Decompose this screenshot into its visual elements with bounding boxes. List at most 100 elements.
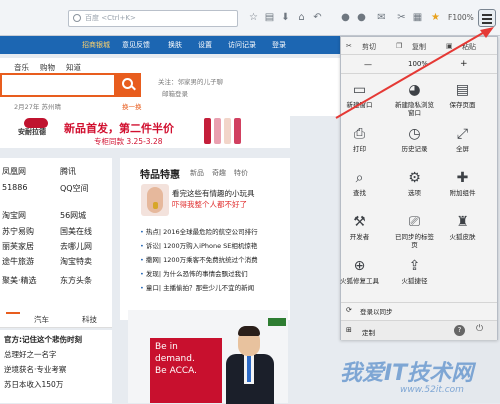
menu-item[interactable]: ⤢ 全屏 bbox=[443, 126, 482, 153]
menu-item[interactable]: ⚙ 选项 bbox=[395, 170, 434, 197]
mail-login[interactable]: 邮箱登录 bbox=[162, 88, 188, 98]
nav-settings[interactable]: 设置 bbox=[198, 40, 212, 50]
download-icon[interactable]: ⬇ bbox=[280, 12, 291, 23]
puzzle-icon: ✚ bbox=[456, 170, 469, 186]
menu-item[interactable]: ⇪ 火狐捷径 bbox=[395, 258, 434, 285]
nav-feedback[interactable]: 意见反馈 bbox=[122, 40, 150, 50]
save-icon: ▤ bbox=[455, 82, 470, 98]
menu-paste[interactable]: 粘贴 bbox=[462, 42, 476, 52]
nav-brand[interactable]: 招商银城 bbox=[82, 40, 110, 50]
cut-icon[interactable]: ✂ bbox=[396, 12, 407, 23]
tab-new[interactable]: 新品 bbox=[190, 168, 204, 178]
gear-icon: ⚙ bbox=[408, 170, 421, 186]
menu-item[interactable]: ⎙ 打印 bbox=[340, 126, 379, 153]
page-search-input[interactable] bbox=[0, 73, 116, 97]
news-item[interactable]: 发现| 为什么恐怖的事情会飘过我们 bbox=[140, 268, 248, 278]
link-zhidao[interactable]: 知道 bbox=[66, 62, 81, 73]
search-icon: ⌕ bbox=[355, 170, 364, 186]
site-link[interactable]: 东方头条 bbox=[60, 275, 92, 286]
link-shopping[interactable]: 购物 bbox=[40, 62, 55, 73]
site-link[interactable]: 苏宁易购 bbox=[2, 226, 34, 237]
menu-item[interactable]: ⌕ 查找 bbox=[340, 170, 379, 197]
sync-tabs-icon: ⎚ bbox=[408, 214, 421, 230]
menu-item[interactable]: ⎚ 已同步的标签页 bbox=[395, 214, 434, 249]
power-icon[interactable]: ⏻ bbox=[476, 324, 483, 334]
tab-fun[interactable]: 奇趣 bbox=[212, 168, 226, 178]
site-link[interactable]: 丽芙家居 bbox=[2, 241, 34, 252]
follow-tip[interactable]: 关注：邻家男的儿子聊 bbox=[158, 76, 223, 86]
headline[interactable]: 苏日本收入150万 bbox=[4, 379, 63, 390]
menu-item-label: 打印 bbox=[353, 145, 366, 153]
active-tab-indicator bbox=[6, 312, 20, 314]
link-music[interactable]: 音乐 bbox=[14, 62, 29, 73]
menu-item[interactable]: ✚ 附加组件 bbox=[443, 170, 482, 197]
menu-cut[interactable]: 剪切 bbox=[362, 42, 376, 52]
menu-item-label: 全屏 bbox=[456, 145, 469, 153]
site-link[interactable]: 途牛旅游 bbox=[2, 256, 34, 267]
zoom-value[interactable]: 100% bbox=[408, 60, 428, 68]
promo-red[interactable]: 吓得我整个人都不好了 bbox=[172, 200, 280, 210]
tab-tech[interactable]: 科技 bbox=[82, 314, 97, 325]
promo-line[interactable]: 看完这些有情趣的小玩具 bbox=[172, 188, 255, 199]
menu-copy[interactable]: 复制 bbox=[412, 42, 426, 52]
home-icon[interactable]: ⌂ bbox=[296, 12, 307, 23]
help-icon[interactable]: ? bbox=[454, 325, 465, 336]
site-link[interactable]: QQ空间 bbox=[60, 183, 89, 194]
menu-item[interactable]: ♜ 火狐皮肤 bbox=[443, 214, 482, 241]
star-icon[interactable]: ☆ bbox=[248, 12, 259, 23]
menu-item[interactable]: ◷ 历史记录 bbox=[395, 126, 434, 153]
menu-item[interactable]: ⊕ 火狐修复工具 bbox=[340, 258, 379, 285]
clipboard-icon[interactable]: ▤ bbox=[264, 12, 275, 23]
plus-icon: ⊞ bbox=[346, 326, 352, 334]
chat-icon[interactable]: ● bbox=[340, 12, 351, 23]
mail-icon[interactable]: ✉ bbox=[376, 12, 387, 23]
copy-icon: ❐ bbox=[396, 42, 403, 50]
page-search-button[interactable] bbox=[116, 73, 141, 97]
site-link[interactable]: 腾讯 bbox=[60, 166, 76, 177]
chat-icon-2[interactable]: ● bbox=[356, 12, 367, 23]
headline[interactable]: 官方:记住这个悲伤时刻 bbox=[4, 334, 82, 345]
nav-skin[interactable]: 换肤 bbox=[168, 40, 182, 50]
zoom-out-button[interactable]: — bbox=[364, 60, 372, 69]
sync-icon: ⟳ bbox=[346, 306, 352, 314]
tab-auto[interactable]: 汽车 bbox=[34, 314, 49, 325]
refresh-link[interactable]: 换一换 bbox=[122, 101, 142, 111]
promo-image[interactable] bbox=[141, 184, 169, 216]
zoom-in-button[interactable]: + bbox=[460, 59, 468, 69]
headline[interactable]: 总理好之一名字 bbox=[4, 349, 57, 360]
customize-button[interactable]: 定制 bbox=[362, 327, 375, 337]
menu-item[interactable]: ▭ 新建窗口 bbox=[340, 82, 379, 109]
back-icon[interactable]: ↶ bbox=[312, 12, 323, 23]
site-link[interactable]: 聚美·精选 bbox=[2, 275, 37, 286]
menu-item[interactable]: ◕ 新建隐私浏览窗口 bbox=[395, 82, 434, 117]
site-link[interactable]: 国美在线 bbox=[60, 226, 92, 237]
news-item[interactable]: 热点| 2016全球最危险的航空公司排行 bbox=[140, 226, 258, 236]
zoom-level: F100% bbox=[448, 13, 474, 22]
menu-item-label: 新建隐私浏览窗口 bbox=[395, 101, 434, 117]
site-link[interactable]: 凤凰网 bbox=[2, 166, 26, 177]
news-item[interactable]: 撒网| 1200万乘客不免费抗统过个消费 bbox=[140, 254, 258, 264]
menu-item[interactable]: ▤ 保存页面 bbox=[443, 82, 482, 109]
tab-sale[interactable]: 特价 bbox=[234, 168, 248, 178]
site-link[interactable]: 51886 bbox=[2, 183, 27, 192]
site-link[interactable]: 56网城 bbox=[60, 210, 86, 221]
sync-login[interactable]: 登录以同步 bbox=[360, 306, 393, 316]
news-item[interactable]: 诉讼| 1200万购入iPhone SE相机惊艳 bbox=[140, 240, 258, 250]
banner-logo: 安耐拉德 bbox=[18, 128, 46, 136]
site-link[interactable]: 去哪儿网 bbox=[60, 241, 92, 252]
search-input[interactable]: 百度 <Ctrl+K> bbox=[68, 10, 238, 27]
banner-headline: 新品首发，第二件半价 bbox=[64, 122, 174, 135]
site-link[interactable]: 淘宝网 bbox=[2, 210, 26, 221]
private-mask-icon: ◕ bbox=[408, 82, 421, 98]
nav-history[interactable]: 访问记录 bbox=[228, 40, 256, 50]
hamburger-menu-button[interactable] bbox=[478, 9, 496, 27]
headline[interactable]: 逆境获名·专业考察 bbox=[4, 364, 66, 375]
menu-item[interactable]: ⚒ 开发者 bbox=[340, 214, 379, 241]
product-bottle bbox=[234, 118, 241, 144]
site-link[interactable]: 淘宝特卖 bbox=[60, 256, 92, 267]
news-item[interactable]: 童口| 主播偷拍？那些少儿不宜的新闻 bbox=[140, 282, 254, 292]
grid-icon[interactable]: ▦ bbox=[412, 12, 423, 23]
addon-icon[interactable]: ★ bbox=[430, 12, 441, 23]
cut-icon: ✂ bbox=[346, 42, 352, 50]
nav-login[interactable]: 登录 bbox=[272, 40, 286, 50]
